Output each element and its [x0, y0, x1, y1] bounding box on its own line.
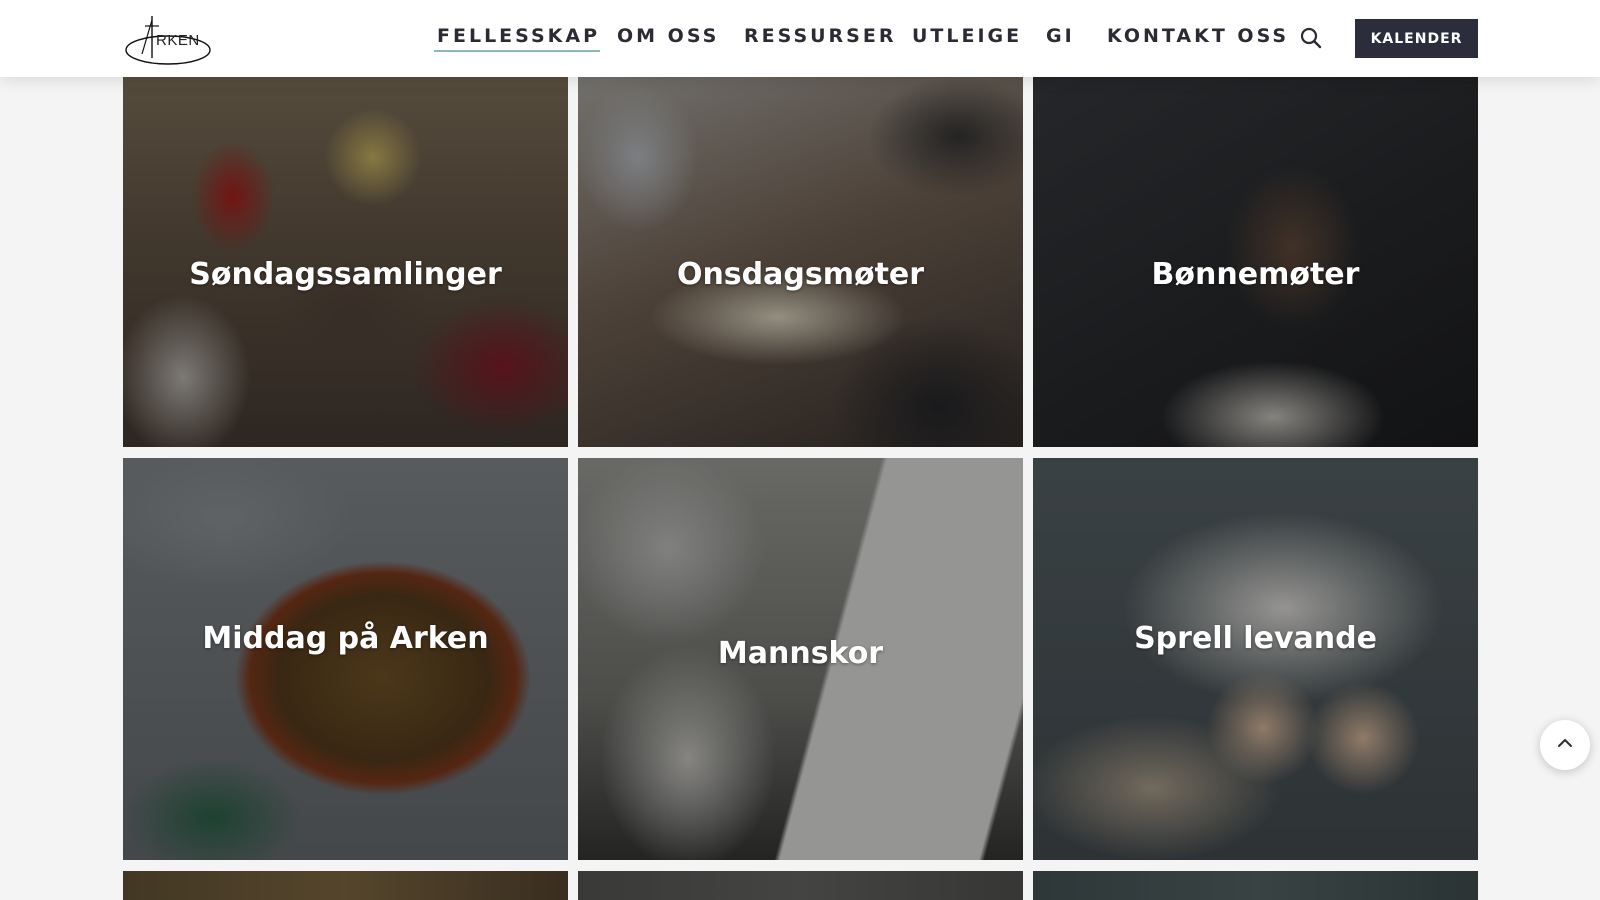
card-partial[interactable]	[123, 871, 568, 900]
nav-item-kontakt-oss[interactable]: KONTAKT OSS	[1107, 25, 1289, 47]
card-bonnemoter[interactable]: Bønnemøter	[1033, 77, 1478, 447]
card-sondagssamlinger[interactable]: Søndagssamlinger	[123, 77, 568, 447]
nav-item-fellesskap[interactable]: FELLESSKAP	[433, 25, 601, 52]
nav-item-gi[interactable]: GI	[1046, 25, 1075, 47]
scroll-to-top-button[interactable]	[1540, 720, 1590, 770]
card-title: Middag på Arken	[202, 621, 489, 656]
card-overlay	[123, 871, 568, 900]
card-title: Søndagssamlinger	[189, 257, 502, 292]
arken-logo[interactable]: RKEN	[122, 10, 214, 66]
card-overlay	[1033, 458, 1478, 860]
chevron-up-icon	[1556, 734, 1574, 756]
card-title: Sprell levande	[1134, 621, 1377, 656]
card-title: Bønnemøter	[1151, 257, 1360, 292]
card-overlay	[123, 458, 568, 860]
card-sprell-levande[interactable]: Sprell levande	[1033, 458, 1478, 860]
card-title: Mannskor	[717, 636, 884, 671]
card-overlay	[1033, 871, 1478, 900]
nav-item-om-oss[interactable]: OM OSS	[617, 25, 719, 47]
card-middag-pa-arken[interactable]: Middag på Arken	[123, 458, 568, 860]
card-onsdagsmoter[interactable]: Onsdagsmøter	[578, 77, 1023, 447]
nav-item-ressurser[interactable]: RESSURSER	[744, 25, 896, 47]
kalender-button[interactable]: KALENDER	[1355, 19, 1478, 58]
logo-wordmark: RKEN	[156, 32, 200, 49]
nav-item-utleige[interactable]: UTLEIGE	[912, 25, 1022, 47]
card-partial[interactable]	[578, 871, 1023, 900]
card-mannskor[interactable]: Mannskor	[578, 458, 1023, 860]
card-title: Onsdagsmøter	[676, 257, 925, 292]
card-partial[interactable]	[1033, 871, 1478, 900]
site-header: RKEN FELLESSKAP OM OSS RESSURSER UTLEIGE…	[0, 0, 1600, 77]
card-overlay	[578, 871, 1023, 900]
search-icon[interactable]	[1299, 26, 1323, 50]
